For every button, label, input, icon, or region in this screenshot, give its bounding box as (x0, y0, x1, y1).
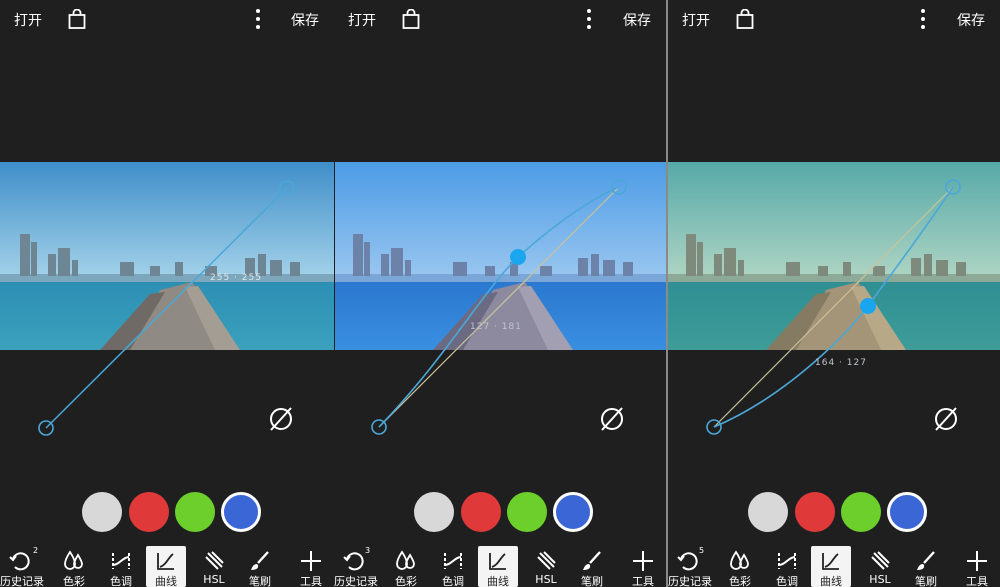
curve-point-active (510, 249, 526, 265)
curve-readout: 127 · 181 (470, 322, 522, 332)
tool-label: 曲线 (820, 575, 842, 587)
tool-tools[interactable]: 工具 (623, 546, 663, 587)
tool-brush[interactable]: 笔刷 (572, 546, 612, 587)
channel-swatch-white[interactable] (82, 492, 122, 532)
tool-label: HSL (203, 573, 225, 586)
tool-label: 笔刷 (581, 575, 603, 587)
tool-brush[interactable]: 笔刷 (906, 546, 946, 587)
tool-tools[interactable]: 工具 (291, 546, 331, 587)
channel-swatch-white[interactable] (748, 492, 788, 532)
tool-label: 工具 (300, 575, 322, 587)
channel-swatch-blue[interactable] (221, 492, 261, 532)
tool-brush[interactable]: 笔刷 (240, 546, 280, 587)
channel-swatch-white[interactable] (414, 492, 454, 532)
reset-icon[interactable] (268, 406, 294, 432)
tool-label: 工具 (632, 575, 654, 587)
reference-line (713, 186, 954, 428)
tool-tone[interactable]: 色调 (433, 546, 473, 587)
curves-icon (489, 553, 506, 570)
tool-color[interactable]: 色彩 (720, 546, 760, 587)
channel-swatch-red[interactable] (461, 492, 501, 532)
tool-label: 历史记录 (668, 575, 712, 587)
reference-line (378, 186, 620, 428)
tool-label: 工具 (966, 575, 988, 587)
tool-label: 笔刷 (915, 575, 937, 587)
tool-tone[interactable]: 色调 (101, 546, 141, 587)
editor-panel-2: 打开 保存 127 · 181 3 历史记录 色彩 色调 曲线 HSL 笔刷 工… (334, 0, 666, 587)
brush-icon (917, 551, 935, 570)
plus-icon (301, 551, 321, 571)
plus-icon (967, 551, 987, 571)
history-count-badge: 3 (365, 546, 371, 555)
channel-swatch-red[interactable] (129, 492, 169, 532)
tool-hsl[interactable]: HSL (860, 546, 900, 587)
tool-label: 色调 (776, 575, 798, 587)
tool-curves[interactable]: 曲线 (146, 546, 186, 587)
editor-panel-3: 打开 保存 164 · 127 5 历史记录 色彩 色调 曲线 HSL 笔刷 工… (668, 0, 1000, 587)
color-drops-icon (396, 550, 415, 570)
tool-label: 曲线 (487, 575, 509, 587)
history-icon (343, 552, 364, 571)
tool-hsl[interactable]: HSL (194, 546, 234, 587)
curves-icon (157, 553, 174, 570)
tool-label: 色彩 (63, 575, 85, 587)
tool-label: 色彩 (395, 575, 417, 587)
reset-icon[interactable] (933, 406, 959, 432)
tool-history[interactable]: 5 历史记录 (668, 546, 712, 587)
tone-curve-icon (778, 553, 796, 569)
tool-curves[interactable]: 曲线 (811, 546, 851, 587)
color-drops-icon (64, 550, 83, 570)
curve-readout: 164 · 127 (815, 358, 867, 368)
editor-panel-1: 打开 保存 255 · 255 2 历史记录 色彩 色调 曲线 HSL 笔刷 工… (0, 0, 334, 587)
tool-label: HSL (869, 573, 891, 586)
channel-swatch-blue[interactable] (887, 492, 927, 532)
brush-icon (251, 551, 269, 570)
curve-editor[interactable] (0, 0, 333, 587)
tool-tone[interactable]: 色调 (767, 546, 807, 587)
tool-color[interactable]: 色彩 (386, 546, 426, 587)
tool-label: 曲线 (155, 575, 177, 587)
curves-icon (822, 553, 839, 570)
tool-label: 色调 (110, 575, 132, 587)
channel-swatch-green[interactable] (507, 492, 547, 532)
hsl-icon (205, 551, 224, 570)
tool-color[interactable]: 色彩 (54, 546, 94, 587)
curve-editor[interactable] (668, 0, 1000, 587)
tone-curve-icon (112, 553, 130, 569)
hsl-icon (871, 551, 890, 570)
tool-label: 历史记录 (334, 575, 378, 587)
channel-swatch-blue[interactable] (553, 492, 593, 532)
tool-label: 笔刷 (249, 575, 271, 587)
brush-icon (583, 551, 601, 570)
tone-curve-icon (444, 553, 462, 569)
tool-label: 色彩 (729, 575, 751, 587)
tool-history[interactable]: 2 历史记录 (0, 546, 44, 587)
hsl-icon (537, 551, 556, 570)
curve-editor[interactable] (334, 0, 666, 587)
tool-label: 色调 (442, 575, 464, 587)
curve-readout: 255 · 255 (210, 273, 262, 283)
channel-swatch-red[interactable] (795, 492, 835, 532)
tool-curves[interactable]: 曲线 (478, 546, 518, 587)
channel-swatch-green[interactable] (841, 492, 881, 532)
channel-swatch-green[interactable] (175, 492, 215, 532)
curve-point-active (860, 298, 876, 314)
curve-line (45, 187, 288, 429)
reset-icon[interactable] (599, 406, 625, 432)
history-icon (9, 552, 30, 571)
tool-label: 历史记录 (0, 575, 44, 587)
tool-tools[interactable]: 工具 (957, 546, 997, 587)
tool-label: HSL (535, 573, 557, 586)
tool-history[interactable]: 3 历史记录 (334, 546, 378, 587)
history-count-badge: 5 (699, 546, 705, 555)
plus-icon (633, 551, 653, 571)
tool-hsl[interactable]: HSL (526, 546, 566, 587)
color-drops-icon (730, 550, 749, 570)
history-count-badge: 2 (33, 546, 39, 555)
history-icon (677, 552, 698, 571)
